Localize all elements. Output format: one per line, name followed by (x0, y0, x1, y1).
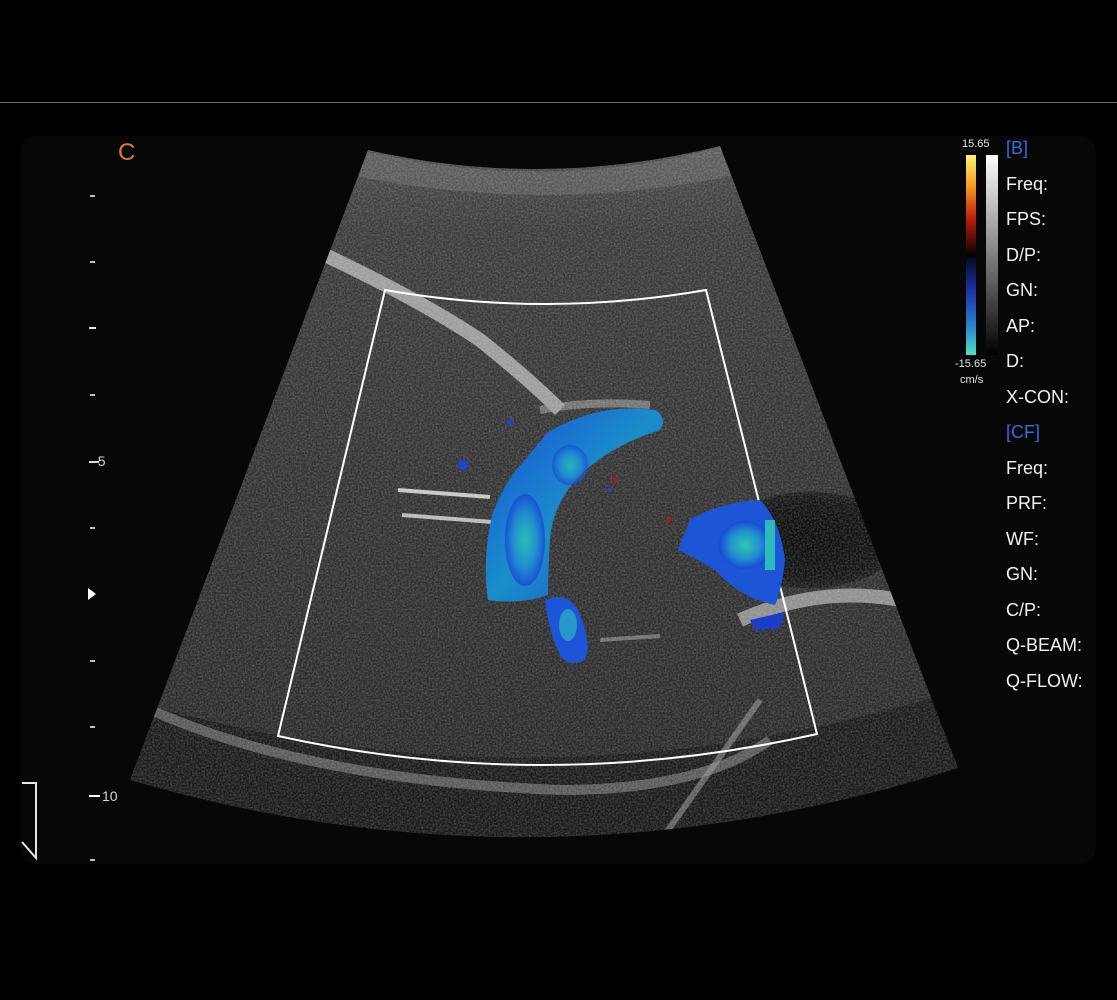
color-velocity-scale (966, 155, 998, 355)
color-scale-min: -15.65 (955, 358, 987, 370)
b-param-d: D: (1006, 351, 1024, 371)
depth-label-5: –5 (90, 453, 106, 469)
depth-label-10: 10 (102, 788, 118, 804)
ultrasound-display: C –5 10 15.65 -15.65 cm/s [B] Freq: FPS:… (0, 0, 1117, 1000)
b-param-freq: Freq: (1006, 173, 1049, 194)
cf-param-gn: GN: (1006, 564, 1039, 584)
b-mode-header: [B] (1006, 138, 1029, 158)
ultrasound-scan (21, 146, 998, 861)
probe-orientation-icon (21, 782, 37, 861)
mode-indicator: C (118, 139, 136, 166)
b-param-fps: FPS: (1006, 209, 1047, 229)
b-param-dp: D/P: (1006, 244, 1042, 265)
cf-mode-header: [CF] (1006, 422, 1040, 442)
focus-marker-icon (88, 588, 96, 600)
b-param-ap: AP: (1006, 315, 1036, 336)
depth-ruler (88, 195, 100, 861)
color-scale-unit: cm/s (960, 374, 984, 386)
cf-param-qflow: Q-FLOW: (1006, 670, 1083, 691)
b-param-xcon: X-CON: (1006, 386, 1069, 407)
cf-param-prf: PRF: (1006, 493, 1048, 513)
cf-param-wf: WF: (1006, 528, 1039, 549)
b-param-gn: GN: (1006, 280, 1039, 300)
cf-param-freq: Freq: (1006, 457, 1049, 478)
parameter-panel: [B] Freq: FPS: D/P: GN: AP: D: X-CON: [C… (1006, 131, 1116, 699)
cf-param-cp: C/P: (1006, 599, 1042, 620)
cf-param-qbeam: Q-BEAM: (1006, 635, 1083, 655)
color-scale-max: 15.65 (962, 138, 990, 150)
